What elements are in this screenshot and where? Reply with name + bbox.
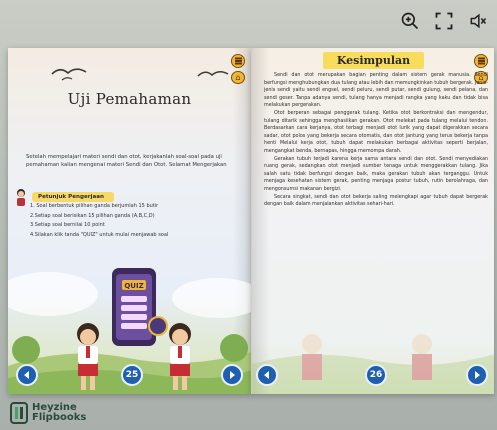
intro-text: Setelah mempelajari materi sendi dan oto… [26, 154, 227, 168]
zoom-in-icon [401, 12, 419, 30]
list-item: 4.Silakan klik tanda "QUIZ" untuk mulai … [30, 231, 169, 238]
viewer-toolbar [399, 10, 489, 32]
previous-page-button[interactable] [16, 364, 38, 386]
heyzine-logo-icon [10, 402, 28, 424]
arrow-right-icon [230, 371, 235, 379]
instructions-list: 1. Soal berbentuk pilihan ganda berjumla… [30, 202, 230, 240]
bird-icon [197, 71, 229, 77]
brand-line2: Flipbooks [32, 412, 87, 423]
page-number: 25 [121, 364, 143, 386]
flipbook: ⌂ Uji Pemahaman Setelah mempelajari mate… [8, 48, 494, 394]
paragraph: Secara singkat, sendi dan otot bekerja s… [264, 193, 488, 208]
paragraph: Sendi dan otot merupakan bagian penting … [264, 72, 488, 109]
quiz-label: QUIZ [124, 282, 143, 290]
conclusion-text: Sendi dan otot merupakan bagian penting … [264, 72, 488, 209]
menu-icon[interactable] [231, 54, 245, 68]
page-corner-menu: ⌂ [230, 54, 246, 84]
arrow-left-icon [264, 371, 269, 379]
list-item: 2.Setiap soal berisikan 15 pilihan ganda… [30, 212, 155, 219]
bird-icon [51, 68, 87, 81]
page-title: Kesimpulan [322, 52, 425, 69]
page-left: ⌂ Uji Pemahaman Setelah mempelajari mate… [8, 48, 251, 394]
page-title: Uji Pemahaman [67, 90, 192, 108]
brand-text: Heyzine Flipbooks [32, 403, 86, 423]
title-banner: Kesimpulan [252, 52, 494, 69]
paragraph: Otot berperan sebagai penggerak tulang. … [264, 109, 488, 154]
instructions-title: Petunjuk Pengerjaan [32, 192, 114, 202]
student-avatar-icon [17, 189, 25, 206]
sound-off-icon [470, 13, 487, 29]
zoom-in-button[interactable] [399, 10, 421, 32]
fullscreen-button[interactable] [433, 10, 455, 32]
list-item: 1. Soal berbentuk pilihan ganda berjumla… [30, 203, 159, 209]
home-icon[interactable]: ⌂ [231, 70, 245, 84]
arrow-left-icon [24, 371, 29, 379]
paragraph: Gerakan tubuh terjadi karena kerja sama … [264, 155, 488, 192]
list-item: 3.Setiap soal bernilai 10 point [30, 222, 105, 228]
quiz-phone[interactable]: QUIZ [112, 268, 168, 346]
sound-toggle-button[interactable] [467, 10, 489, 32]
heyzine-branding[interactable]: Heyzine Flipbooks [10, 402, 86, 424]
arrow-right-icon [475, 371, 480, 379]
fullscreen-icon [435, 12, 453, 30]
page-right: ⌂ Kesimpulan Sendi dan otot merupakan ba… [251, 48, 494, 394]
next-page-button[interactable] [221, 364, 243, 386]
previous-page-button[interactable] [256, 364, 278, 386]
next-page-button[interactable] [466, 364, 488, 386]
page-number: 26 [365, 364, 387, 386]
